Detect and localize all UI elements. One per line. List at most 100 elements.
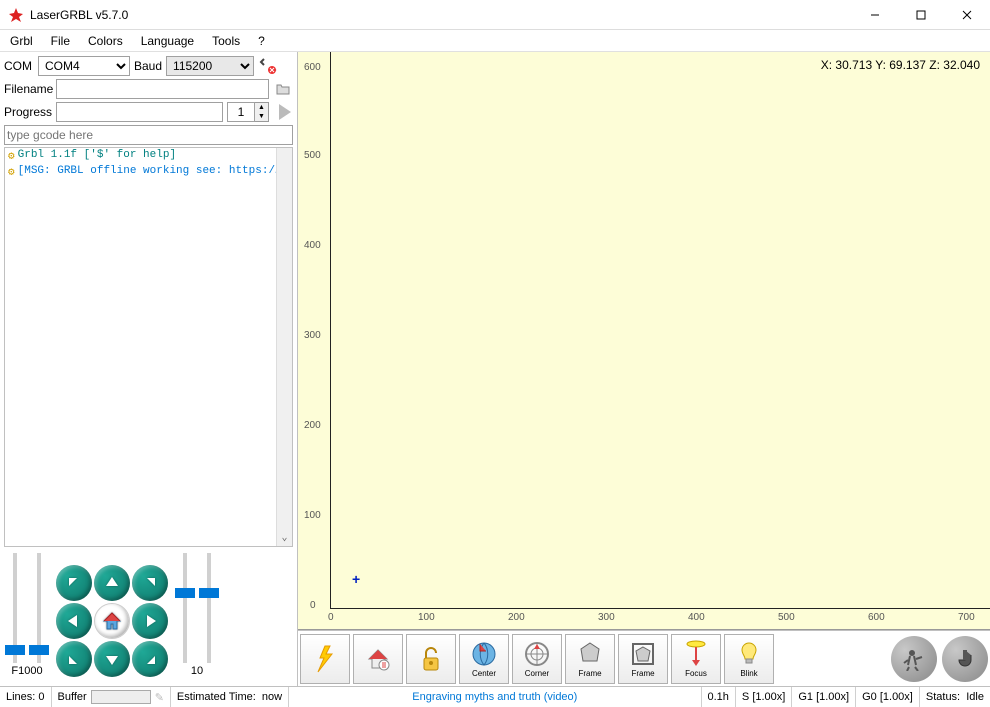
buffer-gauge xyxy=(91,690,151,704)
jog-n-button[interactable] xyxy=(94,565,130,601)
canvas-toolbar: Center Corner Frame Frame Focus Blink xyxy=(298,630,990,686)
tick-label: 0 xyxy=(310,600,316,611)
frame-box-button[interactable]: Frame xyxy=(618,634,668,684)
tool-label: Blink xyxy=(740,669,757,678)
jog-se-button[interactable] xyxy=(132,641,168,677)
tick-label: 100 xyxy=(418,612,435,623)
progress-display xyxy=(56,102,223,122)
status-value: Idle xyxy=(966,691,984,703)
center-button[interactable]: Center xyxy=(459,634,509,684)
send-icon: ✎ xyxy=(155,691,164,704)
tool-label: Corner xyxy=(525,669,549,678)
focus-button[interactable]: Focus xyxy=(671,634,721,684)
minimize-button[interactable] xyxy=(852,0,898,29)
tick-label: 400 xyxy=(304,240,321,251)
jog-panel: F1000 10 xyxy=(4,553,293,677)
pause-button[interactable] xyxy=(942,636,988,682)
est-value: now xyxy=(262,691,282,703)
tick-label: 500 xyxy=(304,150,321,161)
home-tool-button[interactable] xyxy=(353,634,403,684)
corner-button[interactable]: Corner xyxy=(512,634,562,684)
tool-label: Focus xyxy=(685,669,707,678)
gear-icon: ⚙ xyxy=(8,149,15,163)
menu-file[interactable]: File xyxy=(51,34,70,48)
preview-canvas[interactable]: X: 30.713 Y: 69.137 Z: 32.040 0 100 200 … xyxy=(298,52,990,630)
right-panel: X: 30.713 Y: 69.137 Z: 32.040 0 100 200 … xyxy=(298,52,990,686)
feed-label: F1000 xyxy=(11,665,42,677)
disconnect-button[interactable] xyxy=(258,56,278,76)
jog-s-button[interactable] xyxy=(94,641,130,677)
jog-e-button[interactable] xyxy=(132,603,168,639)
unlock-button[interactable] xyxy=(406,634,456,684)
speed-g1[interactable]: G1 [1.00x] xyxy=(792,687,856,707)
menu-help[interactable]: ? xyxy=(258,34,265,48)
gcode-input[interactable] xyxy=(4,125,293,145)
filename-input[interactable] xyxy=(56,79,269,99)
com-select[interactable]: COM4 xyxy=(38,56,130,76)
tick-label: 100 xyxy=(304,510,321,521)
chevron-down-icon: ⌄ xyxy=(281,532,287,544)
menubar: Grbl File Colors Language Tools ? xyxy=(0,30,990,52)
console-line: Grbl 1.1f ['$' for help] xyxy=(18,149,176,163)
laser-position-marker: + xyxy=(352,571,360,587)
baud-label: Baud xyxy=(134,59,162,73)
blink-button[interactable]: Blink xyxy=(724,634,774,684)
console-line: [MSG: GRBL offline working see: https:/… xyxy=(18,165,282,179)
loop-count-spinner[interactable]: ▲▼ xyxy=(227,102,269,122)
menu-language[interactable]: Language xyxy=(141,34,194,48)
buffer-label: Buffer xyxy=(58,691,87,703)
baud-select[interactable]: 115200 xyxy=(166,56,254,76)
menu-colors[interactable]: Colors xyxy=(88,34,123,48)
feed-slider[interactable] xyxy=(4,553,26,663)
tick-label: 0 xyxy=(328,612,334,623)
frame-outline-button[interactable]: Frame xyxy=(565,634,615,684)
resume-button[interactable] xyxy=(891,636,937,682)
close-button[interactable] xyxy=(944,0,990,29)
jog-w-button[interactable] xyxy=(56,603,92,639)
info-link[interactable]: Engraving myths and truth (video) xyxy=(412,691,577,703)
coordinates-display: X: 30.713 Y: 69.137 Z: 32.040 xyxy=(821,58,980,72)
menu-tools[interactable]: Tools xyxy=(212,34,240,48)
lines-label: Lines: xyxy=(6,691,35,703)
filename-label: Filename xyxy=(4,82,52,96)
feed-slider-2[interactable] xyxy=(28,553,50,663)
loop-count-input[interactable] xyxy=(227,102,255,122)
tick-label: 300 xyxy=(598,612,615,623)
app-logo-icon xyxy=(8,7,24,23)
gear-icon: ⚙ xyxy=(8,165,15,179)
step-label: 10 xyxy=(191,665,203,677)
menu-grbl[interactable]: Grbl xyxy=(10,34,33,48)
jog-ne-button[interactable] xyxy=(132,565,168,601)
tick-label: 300 xyxy=(304,330,321,341)
tick-label: 200 xyxy=(304,420,321,431)
console-scrollbar[interactable]: ⌄ xyxy=(276,148,292,546)
window-title: LaserGRBL v5.7.0 xyxy=(30,8,128,22)
console: ⚙Grbl 1.1f ['$' for help] ⚙[MSG: GRBL of… xyxy=(4,147,293,547)
run-button[interactable] xyxy=(273,102,293,122)
jog-sw-button[interactable] xyxy=(56,641,92,677)
open-file-button[interactable] xyxy=(273,79,293,99)
maximize-button[interactable] xyxy=(898,0,944,29)
com-label: COM xyxy=(4,59,34,73)
speed-g0[interactable]: G0 [1.00x] xyxy=(856,687,920,707)
spinner-up[interactable]: ▲ xyxy=(255,103,268,112)
statusbar: Lines: 0 Buffer ✎ Estimated Time: now Eng… xyxy=(0,686,990,707)
est-label: Estimated Time: xyxy=(177,691,256,703)
step-slider[interactable] xyxy=(174,553,196,663)
time-cell: 0.1h xyxy=(702,687,736,707)
jog-nw-button[interactable] xyxy=(56,565,92,601)
speed-s[interactable]: S [1.00x] xyxy=(736,687,792,707)
tick-label: 600 xyxy=(304,62,321,73)
home-button[interactable] xyxy=(94,603,130,639)
tick-label: 200 xyxy=(508,612,525,623)
progress-label: Progress xyxy=(4,105,52,119)
reset-button[interactable] xyxy=(300,634,350,684)
spinner-down[interactable]: ▼ xyxy=(255,112,268,121)
tool-label: Frame xyxy=(631,669,654,678)
tick-label: 600 xyxy=(868,612,885,623)
tick-label: 400 xyxy=(688,612,705,623)
step-slider-2[interactable] xyxy=(198,553,220,663)
lines-value: 0 xyxy=(38,691,44,703)
tool-label: Frame xyxy=(578,669,601,678)
titlebar: LaserGRBL v5.7.0 xyxy=(0,0,990,30)
